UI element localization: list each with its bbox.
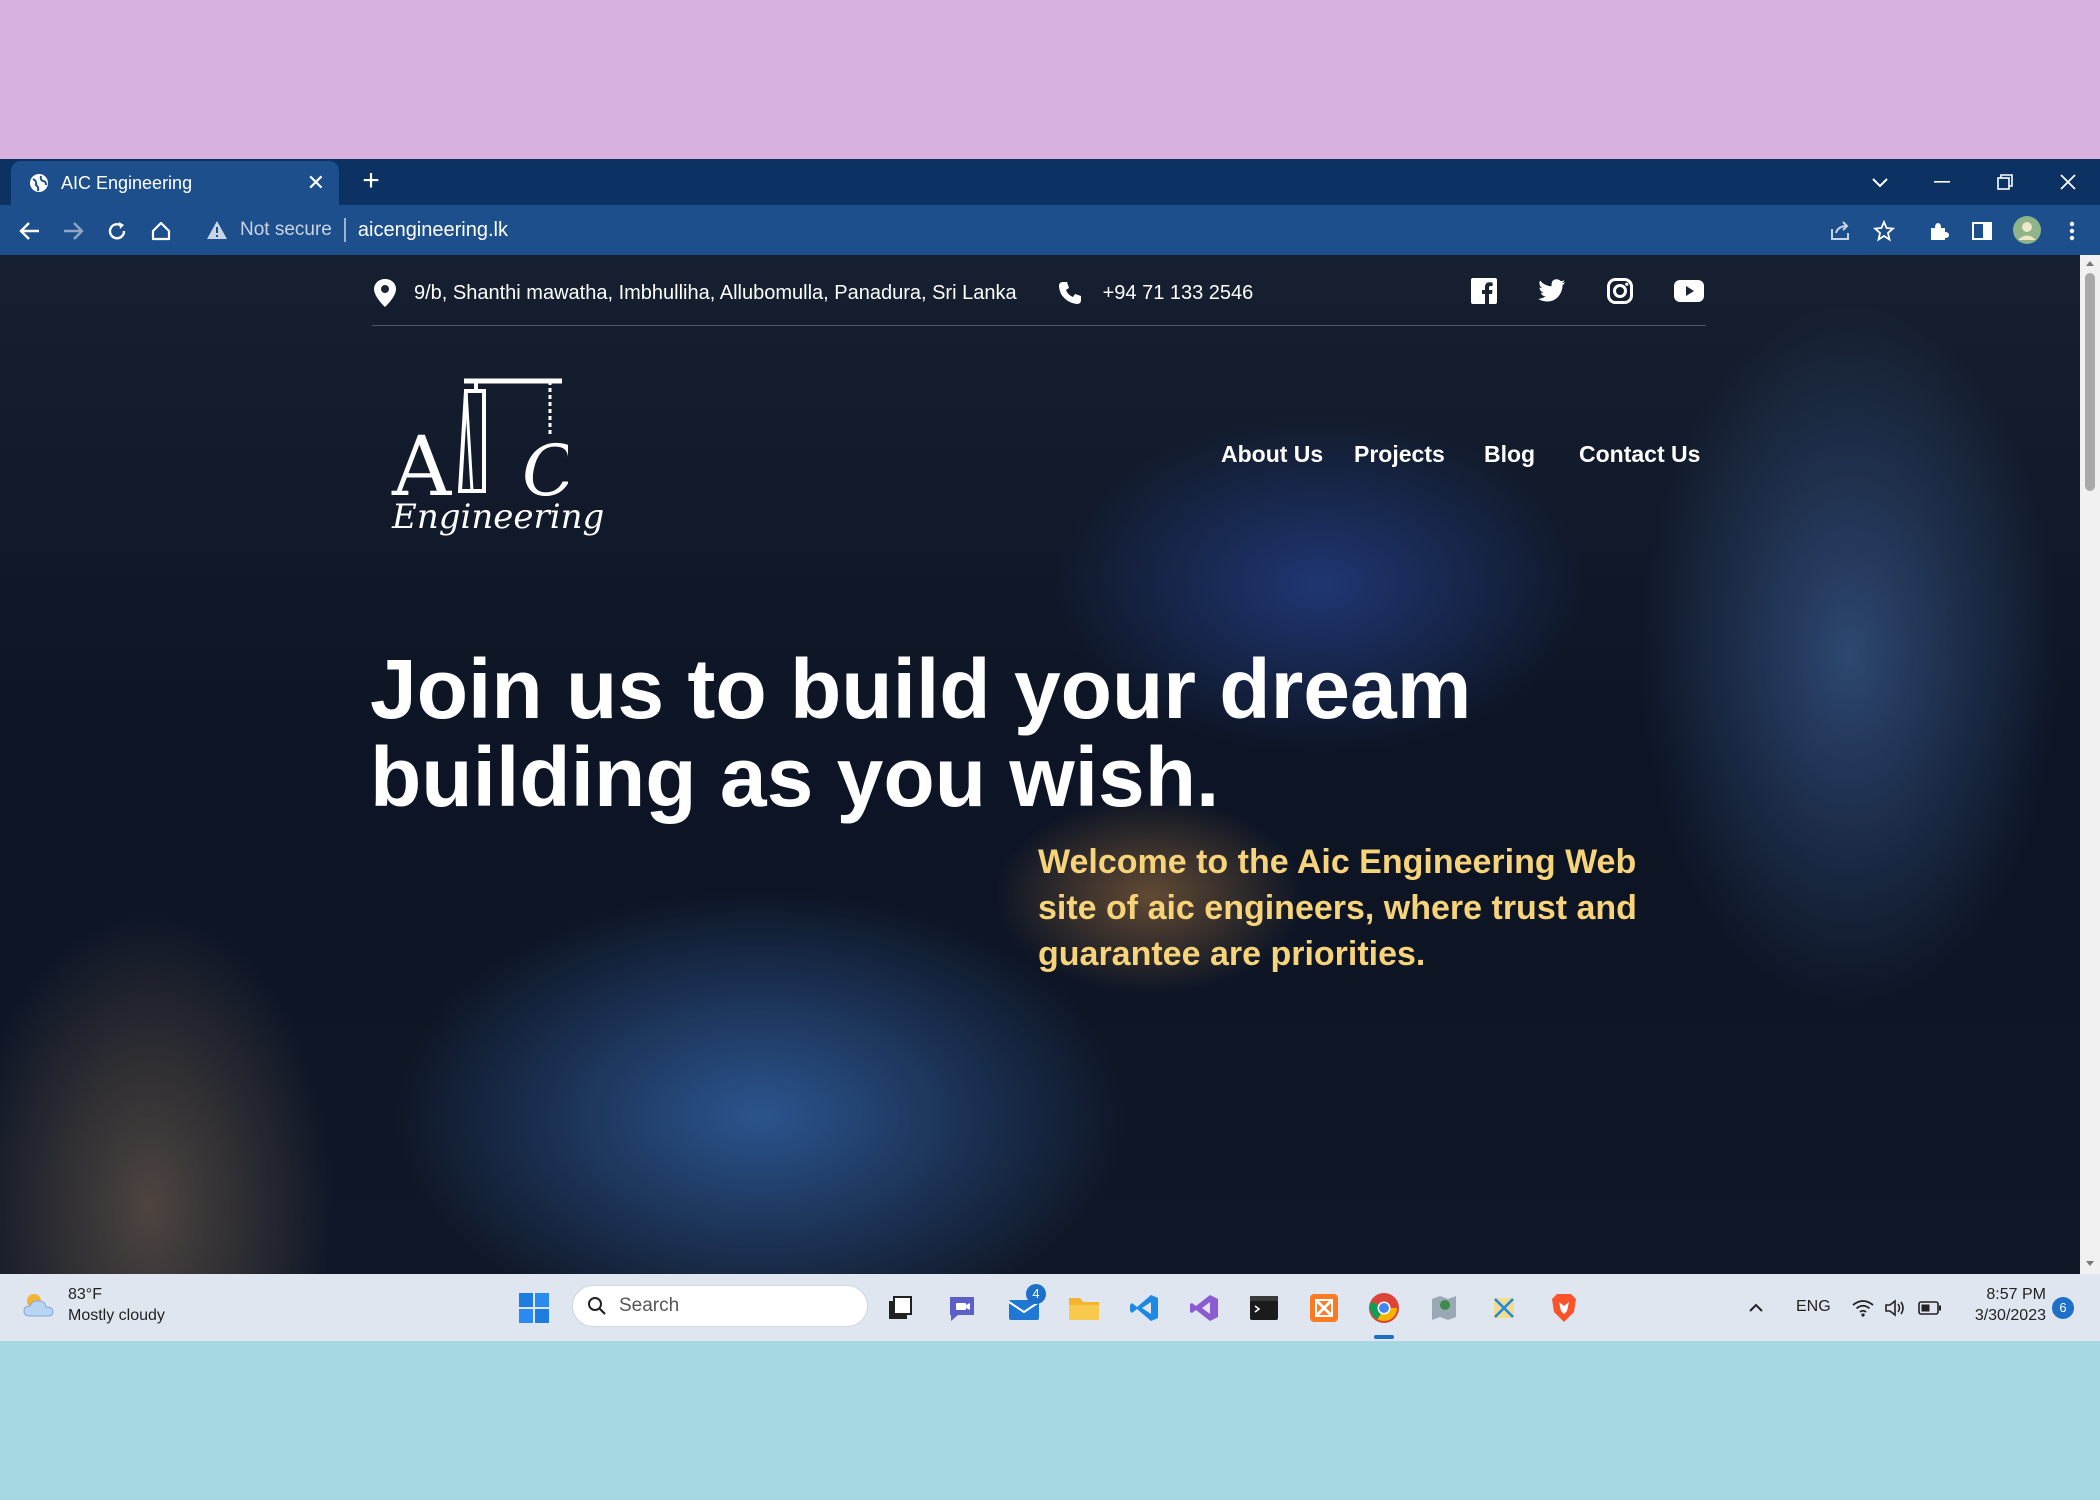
contact-bar: 9/b, Shanthi mawatha, Imbhulliha, Allubo… bbox=[372, 275, 1253, 311]
headline-line-1: Join us to build your dream bbox=[370, 642, 1472, 736]
address-bar[interactable]: Not secure aicengineering.lk bbox=[192, 211, 1872, 249]
omnibox-divider bbox=[343, 218, 346, 242]
warning-icon bbox=[207, 221, 227, 239]
xampp-icon[interactable] bbox=[1306, 1290, 1342, 1326]
nav-blog[interactable]: Blog bbox=[1484, 441, 1535, 468]
windows-start-icon[interactable] bbox=[518, 1292, 550, 1324]
not-secure-label[interactable]: Not secure bbox=[240, 219, 332, 241]
brave-browser-icon[interactable] bbox=[1546, 1290, 1582, 1326]
wifi-icon[interactable] bbox=[1850, 1290, 1876, 1326]
phone-text[interactable]: +94 71 133 2546 bbox=[1103, 282, 1254, 305]
volume-icon[interactable] bbox=[1882, 1290, 1908, 1326]
side-panel-icon[interactable] bbox=[1968, 217, 1996, 245]
tab-aic-engineering[interactable]: AIC Engineering ✕ bbox=[11, 161, 339, 205]
tab-title: AIC Engineering bbox=[61, 172, 193, 193]
tab-search-chevron-icon[interactable] bbox=[1866, 169, 1894, 195]
location-pin-icon bbox=[374, 279, 396, 307]
cloudy-weather-icon bbox=[23, 1294, 54, 1317]
backdrop-top bbox=[0, 0, 2100, 159]
logo-engineering-text: Engineering bbox=[392, 497, 605, 537]
profile-avatar[interactable] bbox=[2012, 215, 2042, 245]
clock[interactable]: 8:57 PM 3/30/2023 bbox=[1966, 1284, 2046, 1326]
tab-bar: AIC Engineering ✕ + bbox=[0, 159, 2100, 205]
clock-date: 3/30/2023 bbox=[1974, 1307, 2046, 1324]
chrome-icon[interactable] bbox=[1366, 1290, 1402, 1326]
menu-kebab-icon[interactable] bbox=[2058, 217, 2086, 245]
browser-toolbar: Not secure aicengineering.lk bbox=[0, 205, 2100, 255]
show-hidden-icons-chevron[interactable] bbox=[1744, 1290, 1768, 1326]
file-explorer-icon[interactable] bbox=[1066, 1290, 1102, 1326]
page-viewport: 9/b, Shanthi mawatha, Imbhulliha, Allubo… bbox=[0, 255, 2080, 1274]
reload-button[interactable] bbox=[103, 217, 131, 245]
forward-button[interactable] bbox=[59, 217, 87, 245]
snipping-tool-icon[interactable] bbox=[1486, 1290, 1522, 1326]
phone-icon bbox=[1058, 282, 1081, 304]
browser-window: AIC Engineering ✕ + Not secure aicengine… bbox=[0, 159, 2100, 1341]
clock-time: 8:57 PM bbox=[1986, 1286, 2046, 1303]
new-tab-button[interactable]: + bbox=[356, 166, 386, 197]
instagram-icon[interactable] bbox=[1606, 277, 1634, 305]
facebook-icon[interactable] bbox=[1470, 277, 1498, 305]
close-tab-icon[interactable]: ✕ bbox=[307, 172, 325, 194]
vertical-scrollbar[interactable] bbox=[2080, 255, 2100, 1274]
url-text[interactable]: aicengineering.lk bbox=[358, 219, 508, 242]
welcome-text: Welcome to the Aic Engineering Web site … bbox=[1038, 843, 1637, 973]
active-app-indicator bbox=[1374, 1335, 1394, 1339]
back-button[interactable] bbox=[16, 217, 44, 245]
scroll-down-arrow-icon[interactable] bbox=[2085, 1260, 2095, 1268]
minimize-button[interactable] bbox=[1928, 169, 1956, 195]
hero-headline: Join us to build your dream building as … bbox=[370, 645, 1670, 821]
windows-taskbar: 83°F Mostly cloudy Search 4 ENG 8:57 PM … bbox=[0, 1274, 2100, 1341]
language-indicator[interactable]: ENG bbox=[1796, 1298, 1831, 1316]
teams-chat-icon[interactable] bbox=[944, 1290, 980, 1326]
extensions-puzzle-icon[interactable] bbox=[1924, 217, 1952, 245]
twitter-icon[interactable] bbox=[1538, 277, 1566, 305]
headline-line-2: building as you wish. bbox=[370, 730, 1220, 824]
restore-button[interactable] bbox=[1991, 169, 2019, 195]
close-window-button[interactable] bbox=[2054, 169, 2082, 195]
share-icon[interactable] bbox=[1826, 217, 1854, 245]
bookmark-star-icon[interactable] bbox=[1870, 217, 1898, 245]
temperature-text: 83°F bbox=[68, 1286, 102, 1303]
home-button[interactable] bbox=[147, 217, 175, 245]
weather-text: Mostly cloudy bbox=[68, 1307, 165, 1324]
header-divider bbox=[372, 325, 1706, 326]
search-icon bbox=[588, 1297, 606, 1315]
backdrop-bottom bbox=[0, 1341, 2100, 1500]
scroll-up-arrow-icon[interactable] bbox=[2085, 259, 2095, 267]
youtube-icon[interactable] bbox=[1674, 277, 1704, 305]
task-view-icon[interactable] bbox=[882, 1290, 918, 1326]
mail-badge: 4 bbox=[1026, 1284, 1046, 1304]
globe-icon bbox=[30, 174, 48, 192]
address-text: 9/b, Shanthi mawatha, Imbhulliha, Allubo… bbox=[414, 281, 1017, 304]
visual-studio-icon[interactable] bbox=[1186, 1290, 1222, 1326]
vscode-icon[interactable] bbox=[1126, 1290, 1162, 1326]
maps-app-icon[interactable] bbox=[1426, 1290, 1462, 1326]
nav-about-us[interactable]: About Us bbox=[1221, 441, 1323, 468]
taskbar-search[interactable]: Search bbox=[572, 1285, 868, 1327]
battery-icon[interactable] bbox=[1916, 1290, 1944, 1326]
terminal-icon[interactable] bbox=[1246, 1290, 1282, 1326]
nav-contact-us[interactable]: Contact Us bbox=[1579, 441, 1700, 468]
notification-badge[interactable]: 6 bbox=[2052, 1297, 2074, 1319]
weather-widget[interactable]: 83°F Mostly cloudy bbox=[22, 1284, 165, 1326]
scrollbar-thumb[interactable] bbox=[2085, 273, 2095, 491]
nav-projects[interactable]: Projects bbox=[1354, 441, 1445, 468]
search-placeholder: Search bbox=[619, 1295, 680, 1316]
